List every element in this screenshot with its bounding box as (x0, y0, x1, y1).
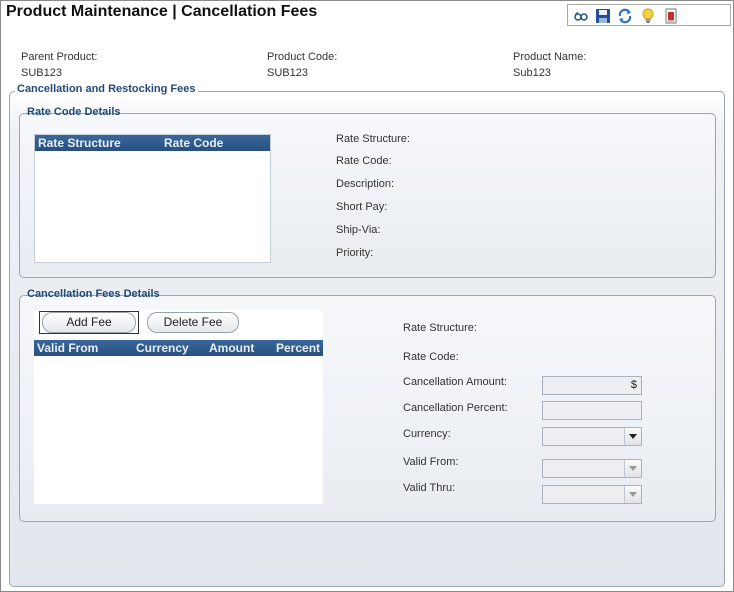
fees-grid-container: Add Fee Delete Fee Valid From Currency A… (34, 310, 323, 504)
fees-rate-code-label: Rate Code: (403, 351, 459, 363)
rate-code-label: Rate Code: (336, 155, 392, 167)
priority-label: Priority: (336, 247, 374, 259)
parent-product-value: SUB123 (21, 67, 62, 79)
report-icon[interactable] (662, 7, 680, 25)
rate-code-details-legend: Rate Code Details (27, 106, 121, 118)
fees-grid[interactable]: Valid From Currency Amount Percent (34, 340, 323, 504)
cancellation-restocking-legend: Cancellation and Restocking Fees (15, 83, 198, 95)
ship-via-label: Ship-Via: (336, 224, 381, 236)
product-name-value: Sub123 (513, 67, 551, 79)
fees-rate-structure-label: Rate Structure: (403, 322, 477, 334)
delete-fee-button[interactable]: Delete Fee (147, 312, 239, 333)
chevron-down-icon[interactable] (624, 486, 641, 503)
add-fee-button[interactable]: Add Fee (42, 312, 136, 333)
page-title: Product Maintenance | Cancellation Fees (6, 3, 318, 20)
col-rate-structure[interactable]: Rate Structure (38, 136, 121, 150)
col-percent[interactable]: Percent (276, 341, 320, 355)
cancellation-percent-field[interactable] (542, 401, 642, 420)
valid-thru-label: Valid Thru: (403, 482, 456, 494)
find-icon[interactable] (572, 7, 590, 25)
col-amount[interactable]: Amount (209, 341, 254, 355)
cancellation-percent-label: Cancellation Percent: (403, 402, 508, 414)
short-pay-label: Short Pay: (336, 201, 388, 213)
save-icon[interactable] (594, 7, 612, 25)
description-label: Description: (336, 178, 395, 190)
col-rate-code[interactable]: Rate Code (164, 136, 223, 150)
rate-code-grid-header: Rate Structure Rate Code (35, 135, 270, 151)
col-valid-from[interactable]: Valid From (37, 341, 98, 355)
rate-structure-label: Rate Structure: (336, 133, 410, 145)
currency-select[interactable] (542, 427, 642, 446)
cancellation-amount-field[interactable]: $ (542, 376, 642, 395)
rate-code-grid[interactable]: Rate Structure Rate Code (34, 134, 271, 263)
valid-thru-select[interactable] (542, 485, 642, 504)
currency-suffix: $ (630, 379, 637, 391)
lightbulb-icon[interactable] (639, 7, 657, 25)
product-code-value: SUB123 (267, 67, 308, 79)
cancellation-amount-label: Cancellation Amount: (403, 376, 507, 388)
fees-grid-header: Valid From Currency Amount Percent (34, 340, 323, 356)
valid-from-select[interactable] (542, 459, 642, 478)
toolbar (567, 4, 731, 26)
cancellation-fees-details-legend: Cancellation Fees Details (27, 288, 160, 300)
product-code-label: Product Code: (267, 51, 338, 63)
product-name-label: Product Name: (513, 51, 587, 63)
parent-product-label: Parent Product: (21, 51, 98, 63)
col-currency[interactable]: Currency (136, 341, 189, 355)
valid-from-label: Valid From: (403, 456, 459, 468)
currency-label: Currency: (403, 428, 451, 440)
chevron-down-icon[interactable] (624, 428, 641, 445)
refresh-icon[interactable] (616, 7, 634, 25)
chevron-down-icon[interactable] (624, 460, 641, 477)
window-frame: Product Maintenance | Cancellation Fees (0, 0, 734, 592)
